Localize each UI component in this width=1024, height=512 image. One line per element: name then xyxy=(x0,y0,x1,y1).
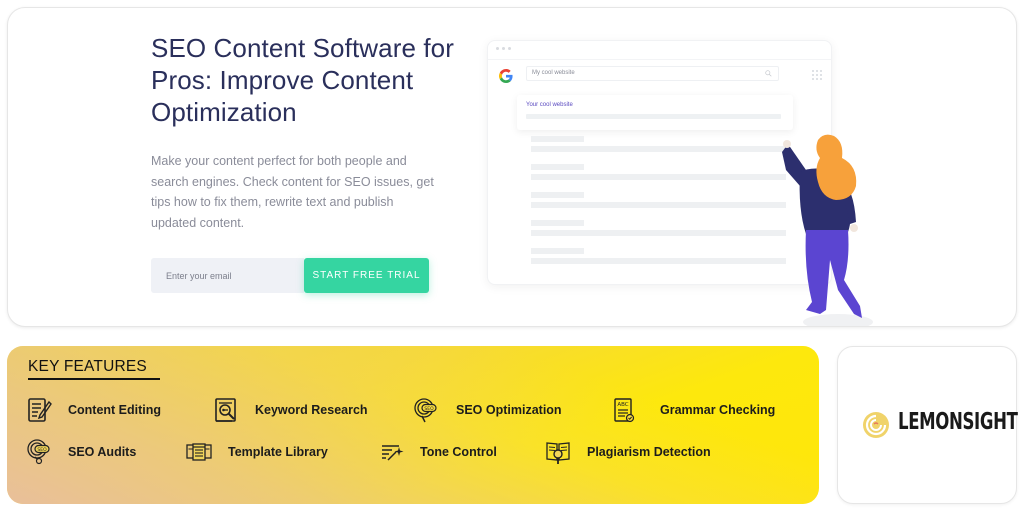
person-illustration xyxy=(782,134,873,326)
signup-form: START FREE TRIAL xyxy=(151,258,429,293)
book-magnifier-icon xyxy=(546,442,570,464)
feature-label: SEO Audits xyxy=(68,445,137,459)
placeholder-line xyxy=(531,230,786,236)
search-icon xyxy=(765,70,772,77)
placeholder-line xyxy=(531,192,584,198)
hero-description: Make your content perfect for both peopl… xyxy=(151,154,434,230)
placeholder-line xyxy=(531,248,584,254)
feature-label: Tone Control xyxy=(420,445,497,459)
divider xyxy=(488,59,831,60)
feature-label: Content Editing xyxy=(68,403,162,417)
template-layout-icon xyxy=(186,443,212,461)
placeholder-line xyxy=(526,114,781,119)
heading-underline xyxy=(28,378,160,380)
feature-content-editing: Content Editing xyxy=(25,396,161,424)
apps-grid-icon xyxy=(812,70,822,80)
abc-document-check-icon: ABC xyxy=(614,398,635,423)
tone-sparkle-lines-icon xyxy=(382,445,404,461)
svg-text:ABC: ABC xyxy=(617,402,628,408)
feature-seo-optimization: SEO SEO Optimization xyxy=(413,396,562,424)
feature-label: SEO Optimization xyxy=(456,403,562,417)
hero-card: SEO Content Software for Pros: Improve C… xyxy=(7,7,1017,327)
svg-text:SEO: SEO xyxy=(424,406,434,412)
placeholder-line xyxy=(531,136,584,142)
feature-plagiarism-detection: Plagiarism Detection xyxy=(544,438,711,466)
brand-logo-card: LEMONSIGHT xyxy=(837,346,1018,504)
feature-template-library: Template Library xyxy=(185,438,328,466)
start-free-trial-button[interactable]: START FREE TRIAL xyxy=(304,258,429,293)
lemon-swirl-icon xyxy=(863,412,889,438)
feature-seo-audits: SEO SEO Audits xyxy=(25,438,136,466)
feature-grammar-checking: ABC Grammar Checking xyxy=(610,396,775,424)
window-dots xyxy=(496,47,511,50)
email-input[interactable] xyxy=(151,258,304,293)
hero-title: SEO Content Software for Pros: Improve C… xyxy=(151,33,454,127)
placeholder-line xyxy=(531,146,786,152)
placeholder-line xyxy=(531,202,786,208)
svg-text:SEO: SEO xyxy=(37,447,47,453)
brand-name: LEMONSIGHT xyxy=(898,409,1018,435)
search-result-title: Your cool website xyxy=(526,102,573,108)
keyword-magnifier-icon xyxy=(215,398,236,422)
feature-label: Template Library xyxy=(228,445,328,459)
feature-label: Grammar Checking xyxy=(660,403,776,417)
seo-audit-magnifier-icon: SEO xyxy=(27,439,50,465)
google-logo-icon xyxy=(499,69,513,83)
placeholder-line xyxy=(531,220,584,226)
feature-label: Plagiarism Detection xyxy=(587,445,711,459)
mock-search-bar: My cool website xyxy=(526,66,779,81)
search-result-card: Your cool website xyxy=(517,95,793,130)
feature-keyword-research: Keyword Research xyxy=(212,396,368,424)
placeholder-line xyxy=(531,164,584,170)
placeholder-line xyxy=(531,258,786,264)
key-features-heading: KEY FEATURES xyxy=(28,358,147,375)
key-features-panel: KEY FEATURES Content Editing Keyword Res… xyxy=(7,346,819,504)
mock-search-text: My cool website xyxy=(532,70,575,76)
seo-target-icon: SEO xyxy=(414,398,437,423)
feature-tone-control: Tone Control xyxy=(379,438,497,466)
placeholder-line xyxy=(531,174,786,180)
feature-label: Keyword Research xyxy=(255,403,368,417)
document-pencil-icon xyxy=(28,398,52,422)
